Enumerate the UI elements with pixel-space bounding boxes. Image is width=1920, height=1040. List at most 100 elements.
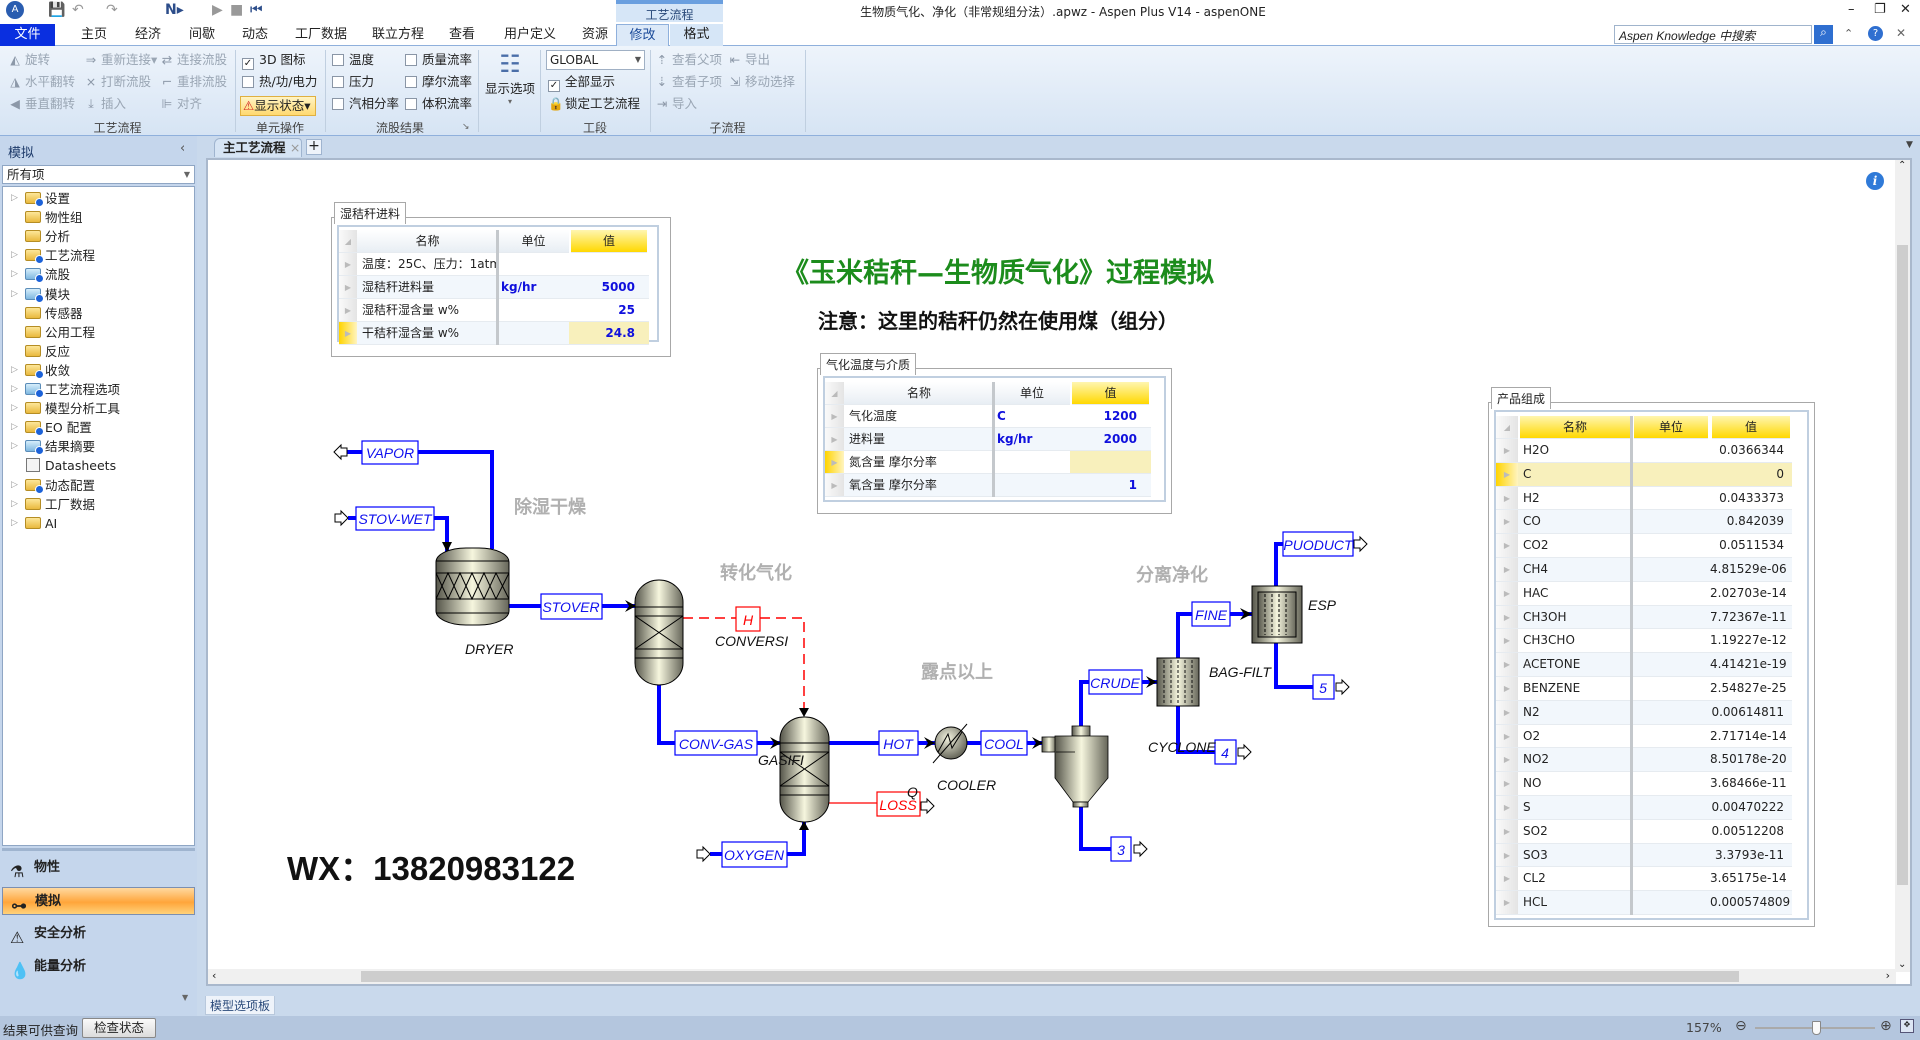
row-header[interactable]: ▶ (1496, 486, 1518, 511)
row-header[interactable]: ▶ (339, 322, 357, 345)
tree-item[interactable]: 反应 (3, 342, 193, 361)
tab-file[interactable]: 文件 (0, 24, 55, 46)
cell-value[interactable]: 7.72367e-11 (1710, 605, 1792, 630)
cell-value[interactable]: 2000 (1070, 428, 1151, 451)
cell-value[interactable]: 0 (1710, 462, 1792, 487)
nav-energy[interactable]: 💧 能量分析 (2, 953, 195, 981)
stream-label-5[interactable]: 5 (1319, 680, 1327, 696)
check-status-button[interactable]: 检查状态 (82, 1018, 156, 1038)
row-header[interactable]: ▶ (1496, 629, 1518, 654)
cell-value[interactable]: 1.19227e-12 (1710, 629, 1792, 654)
vapor-fraction-checkbox[interactable]: 汽相分率 (332, 94, 399, 114)
column-header[interactable]: 值 (1712, 416, 1790, 439)
table-corner[interactable]: ◢ (339, 230, 357, 253)
tree-item[interactable]: Datasheets (3, 456, 193, 475)
tab-main-flowsheet[interactable]: 主工艺流程 × (214, 138, 302, 157)
expand-icon[interactable]: ▷ (11, 399, 18, 418)
tab-equation-oriented[interactable]: 联立方程 (364, 24, 432, 46)
tab-model-palette[interactable]: 模型选项板 (205, 996, 276, 1015)
volume-flow-checkbox[interactable]: 体积流率 (405, 94, 472, 114)
cell-value[interactable]: 0.00614811 (1710, 700, 1792, 725)
cell-value[interactable]: 3.3793e-11 (1710, 843, 1792, 868)
cell-value[interactable]: 0.000574809 (1710, 891, 1792, 915)
tree-item[interactable]: ▷ 工厂数据 (3, 495, 193, 514)
tree-item[interactable]: ▷ 工艺流程选项 (3, 380, 193, 399)
nav-flask[interactable]: ⚗ 物性 (2, 854, 195, 882)
stream-product-line[interactable] (1274, 542, 1283, 586)
tab-batch[interactable]: 间歇 (181, 24, 223, 46)
nav-flowsheet[interactable]: ⊶ 模拟 (2, 887, 195, 915)
block-cooler[interactable] (932, 723, 968, 764)
restore-button[interactable]: ❐ (1874, 2, 1886, 17)
scroll-down-icon[interactable]: ⌄ (1898, 959, 1906, 970)
tree-item[interactable]: 公用工程 (3, 323, 193, 342)
connect-stream-button[interactable]: ⇄ 连接流股 (160, 50, 227, 70)
stream-label-vapor[interactable]: VAPOR (366, 445, 414, 461)
export-button[interactable]: ⇤ 导出 (728, 50, 770, 70)
row-header[interactable]: ▶ (1496, 819, 1518, 844)
row-header[interactable]: ▶ (825, 474, 844, 497)
row-header[interactable]: ▶ (1496, 700, 1518, 725)
horizontal-scroll-thumb[interactable] (361, 971, 1739, 982)
cell-value[interactable]: 0.00512208 (1710, 820, 1792, 844)
flip-horizontal-button[interactable]: ◮ 水平翻转 (8, 72, 75, 92)
tree-item[interactable]: ▷ 模块 (3, 285, 193, 304)
expand-icon[interactable]: ▷ (11, 380, 18, 399)
row-header[interactable]: ▶ (825, 428, 844, 451)
tab-customize[interactable]: 用户定义 (496, 24, 564, 46)
mole-flow-checkbox[interactable]: 摩尔流率 (405, 72, 472, 92)
scroll-left-icon[interactable]: ‹ (212, 969, 216, 982)
horizontal-scrollbar[interactable]: ‹ › (208, 969, 1896, 984)
column-divider[interactable] (496, 230, 499, 345)
expand-icon[interactable]: ▷ (11, 189, 18, 208)
stream-vapor-line[interactable] (418, 450, 494, 549)
stream-label-stover[interactable]: STOVER (542, 599, 599, 615)
cell-value[interactable]: 24.8 (569, 322, 649, 345)
row-header[interactable]: ▶ (1496, 891, 1518, 915)
help-icon[interactable]: ? (1868, 26, 1883, 41)
tree-item[interactable]: ▷ 模型分析工具 (3, 399, 193, 418)
stream-crude-line[interactable] (1079, 680, 1089, 726)
column-divider[interactable] (1630, 416, 1633, 915)
heat-stream-label-h[interactable]: H (743, 612, 754, 628)
zoom-slider-thumb[interactable] (1812, 1021, 1821, 1035)
cell-value[interactable]: 0.0433373 (1710, 487, 1792, 511)
tree-item[interactable]: ▷ 收敛 (3, 361, 193, 380)
column-header[interactable]: 名称 (357, 230, 498, 253)
collapse-ribbon-icon[interactable]: ⌃ (1844, 27, 1853, 40)
tree-item[interactable]: ▷ 工艺流程 (3, 246, 193, 265)
cell-value[interactable]: 0.0511534 (1710, 534, 1792, 558)
expand-icon[interactable]: ▷ (11, 265, 18, 284)
table-tab-feed[interactable]: 湿秸秆进料 (334, 202, 407, 224)
stream-label-product[interactable]: PUODUCT (1283, 537, 1354, 553)
tree-item[interactable]: ▷ EO 配置 (3, 418, 193, 437)
close-tab-icon[interactable]: × (290, 140, 300, 155)
tree-item[interactable]: 物性组 (3, 208, 193, 227)
dialog-launcher-icon[interactable]: ↘ (462, 122, 470, 132)
knowledge-search-input[interactable]: Aspen Knowledge 中搜索 (1614, 25, 1812, 44)
flowsheet-canvas[interactable]: 《玉米秸秆—生物质气化》过程模拟 注意：这里的秸秆仍然在使用煤（组分） WX：1… (206, 158, 1912, 986)
tab-resources[interactable]: 资源 (574, 24, 616, 46)
cell-value[interactable]: 0.842039 (1710, 510, 1792, 535)
zoom-out-icon[interactable]: ⊖ (1735, 1018, 1747, 1034)
table-corner[interactable]: ◢ (1496, 416, 1518, 439)
tab-modify[interactable]: 修改 (616, 24, 669, 46)
splitter[interactable] (2, 848, 195, 851)
cell-value[interactable]: 3.65175e-14 (1710, 867, 1792, 892)
stream-label-crude[interactable]: CRUDE (1090, 675, 1140, 691)
3d-icons-checkbox[interactable]: ✓ 3D 图标 (242, 50, 306, 70)
row-header[interactable]: ▶ (339, 276, 357, 299)
display-status-button[interactable]: ⚠显示状态▾ (240, 96, 316, 116)
column-header[interactable]: 名称 (1520, 416, 1630, 439)
scroll-right-icon[interactable]: › (1886, 969, 1890, 982)
table-tab-product[interactable]: 产品组成 (1491, 387, 1552, 409)
row-header[interactable]: ▶ (1496, 677, 1518, 701)
cell-value[interactable] (569, 253, 649, 276)
stream-label-cool[interactable]: COOL (984, 736, 1024, 752)
reroute-stream-button[interactable]: ⌐ 重排流股 (160, 72, 227, 92)
tree-item[interactable]: 分析 (3, 227, 193, 246)
collapse-pane-icon[interactable]: ‹ (180, 141, 185, 156)
stream-label-3[interactable]: 3 (1117, 842, 1125, 858)
expand-icon[interactable]: ▷ (11, 285, 18, 304)
tab-plant-data[interactable]: 工厂数据 (287, 24, 355, 46)
